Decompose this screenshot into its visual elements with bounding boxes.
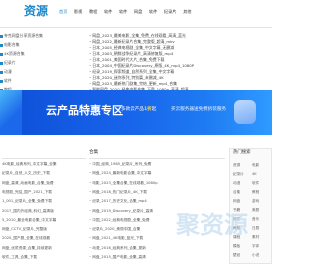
nav-item[interactable]: 软件 <box>104 9 112 14</box>
left-list-item[interactable]: 夸克网盘分享资源合集 <box>0 31 86 40</box>
nav-item[interactable]: 影视 <box>74 9 82 14</box>
bottom-left-item[interactable]: 2020_国产剧_全集_在线观看 <box>2 234 86 244</box>
bottom-left-item[interactable]: 电视剧_完结_国产_2021_下载 <box>2 188 86 198</box>
bottom-left-item[interactable]: 2017_国内外经典_科幻_高清版 <box>2 207 86 217</box>
bullet-icon <box>0 79 3 83</box>
bottom-mid-item[interactable]: 网盘_2018_热门纪录片_4K_下载 <box>89 188 225 198</box>
bullet-icon <box>0 34 3 38</box>
left-list-label: 软件 <box>4 78 12 83</box>
left-list-item[interactable]: 电影合集 <box>0 40 86 49</box>
banner-subtitle: 多款云产品1折起 <box>121 106 156 114</box>
bottom-left-item[interactable]: 软件_工具_合集_下载 <box>2 253 86 263</box>
bottom-mid-item[interactable]: 中国_经典_1985_纪录片_系列_免费 <box>89 160 225 170</box>
nav-item[interactable]: 教程 <box>89 9 97 14</box>
main-nav: 首页 影视 教程 软件 软件 网盘 软件 纪录片 其他 <box>59 7 198 17</box>
hot-search-item[interactable]: 网盘 <box>233 197 250 205</box>
bottom-left-item[interactable]: 4K电影_经典系列_中文字幕_全集 <box>2 160 86 170</box>
bottom-left-item[interactable]: 5_2010_最全电影合集_中文字幕 <box>2 216 86 226</box>
hot-search-item[interactable]: 小说 <box>252 251 269 259</box>
hot-search-item[interactable]: 软件 <box>252 179 269 187</box>
watermark: 聚资源 <box>176 211 248 239</box>
left-list-label: 夸克网盘分享资源合集 <box>4 33 43 38</box>
bottom-mid-item[interactable]: 纪录_2017_历史文化_合集_mp4 <box>89 197 225 207</box>
hot-search-panel: 热门搜索 资源 电影 纪录片 4K 动漫 软件 合集 教程 网盘 游戏 书籍 美剧 综艺 音乐 韩剧 日剧 课程… <box>229 148 272 264</box>
left-list-item[interactable]: 动漫 <box>0 67 86 76</box>
left-list-label: 电影合集 <box>4 42 20 47</box>
hot-search-item[interactable]: 合集 <box>233 188 250 196</box>
hot-search-item[interactable]: 素材 <box>252 233 269 241</box>
bottom-left-item[interactable]: 1_001_纪录片_全集_免费下载 <box>2 197 86 207</box>
hot-search-item[interactable]: 模板 <box>233 242 250 250</box>
hot-search-item[interactable]: 游戏 <box>252 197 269 205</box>
bullet-icon <box>0 43 3 47</box>
left-list-label: 动漫 <box>4 69 12 74</box>
nav-item[interactable]: 网盘 <box>134 9 142 14</box>
bottom-left-item[interactable]: 纪录片_自然_人文_历史_下载 <box>2 169 86 179</box>
hot-search-item[interactable]: 动漫 <box>233 179 250 187</box>
bottom-mid-item[interactable]: 网盘_2015_国产电影_全集_高清 <box>89 253 225 263</box>
hot-search-item[interactable]: 日剧 <box>252 224 269 232</box>
banner-decoration <box>0 90 22 135</box>
bottom-left-item[interactable]: 网盘_CCTV_纪录片_完整版 <box>2 225 86 235</box>
bullet-icon <box>0 70 3 74</box>
banner-subtitle-pre: 多款云产品 <box>121 107 144 112</box>
left-list-item[interactable]: 软件 <box>0 76 86 85</box>
promo-banner[interactable]: 云产品特惠专区 多款云产品1折起 买云服务器送免费拆装服务 <box>0 90 272 135</box>
bottom-mid-item[interactable]: 网盘_2024_最新电影合集_中文字幕 <box>89 169 225 179</box>
nav-item[interactable]: 纪录片 <box>164 9 177 14</box>
bullet-icon <box>0 52 3 56</box>
banner-badge-icon <box>234 100 256 124</box>
banner-title: 云产品特惠专区 <box>46 104 123 117</box>
bottom-mid-header: 合集 <box>89 148 225 159</box>
left-list-item[interactable]: 4K资源合集 <box>0 49 86 58</box>
left-list-label: 纪录片 <box>4 60 16 65</box>
hot-search-item[interactable]: 纪录片 <box>233 170 250 178</box>
bottom-mid-item[interactable]: 动漫_2016_经典系列_合集_更新 <box>89 244 225 254</box>
hot-search-item[interactable]: 音乐 <box>252 215 269 223</box>
nav-item[interactable]: 软件 <box>149 9 157 14</box>
site-logo[interactable]: 资源 <box>24 4 64 18</box>
hot-search-title: 热门搜索 <box>233 150 251 155</box>
hot-search-item[interactable]: 4K <box>252 170 269 178</box>
left-list-item[interactable]: 纪录片 <box>0 58 86 67</box>
hot-search-item[interactable]: 美剧 <box>252 206 269 214</box>
bottom-left-item[interactable]: 网盘_高清_动画电影_合集_免费 <box>2 179 86 189</box>
hot-search-item[interactable]: 资源 <box>233 161 250 169</box>
hot-search-item[interactable]: 壁纸 <box>233 251 250 259</box>
bottom-mid-item[interactable]: 电影_2023_全集合集_在线观看_1080p <box>89 179 225 189</box>
left-list-label: 4K资源合集 <box>4 51 25 56</box>
banner-subtitle-highlight: 1折 <box>143 107 152 112</box>
bottom-left-item[interactable]: 网盘_优质资源_合集_持续更新 <box>2 244 86 254</box>
hot-search-item[interactable]: 教程 <box>252 188 269 196</box>
nav-item[interactable]: 其他 <box>183 9 191 14</box>
nav-item[interactable]: 首页 <box>59 9 67 14</box>
banner-subtitle-post: 起 <box>151 107 157 112</box>
bottom-left-header <box>2 148 86 159</box>
hot-search-item[interactable]: 字体 <box>252 242 269 250</box>
bullet-icon <box>0 61 3 65</box>
nav-item[interactable]: 软件 <box>119 9 127 14</box>
hot-search-item[interactable]: 电影 <box>252 161 269 169</box>
